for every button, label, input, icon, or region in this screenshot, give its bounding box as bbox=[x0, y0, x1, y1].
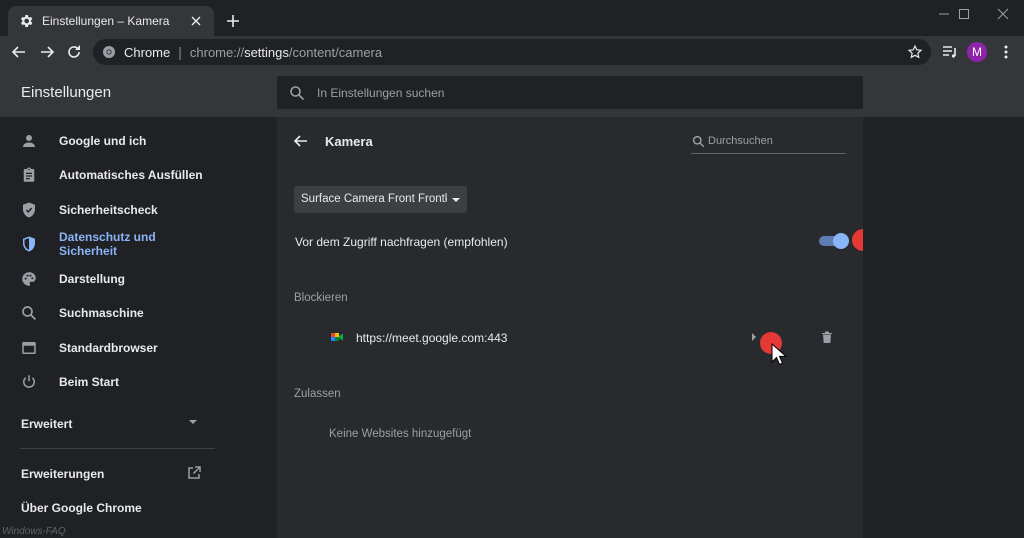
sidebar-item-label: Datenschutz und Sicherheit bbox=[59, 230, 156, 258]
profile-avatar[interactable]: M bbox=[967, 42, 987, 62]
search-icon bbox=[20, 304, 38, 322]
page-title: Einstellungen bbox=[21, 84, 112, 101]
url-separator: | bbox=[178, 44, 182, 60]
search-placeholder: Durchsuchen bbox=[708, 135, 773, 147]
close-tab-icon[interactable] bbox=[188, 13, 204, 29]
sidebar-item-google[interactable]: Google und ich bbox=[0, 124, 215, 158]
new-tab-icon[interactable] bbox=[224, 12, 242, 30]
search-placeholder: In Einstellungen suchen bbox=[317, 85, 445, 100]
forward-arrow-icon[interactable] bbox=[38, 43, 56, 61]
shield-check-icon bbox=[20, 201, 38, 219]
sidebar-divider bbox=[20, 448, 215, 449]
sidebar-item-default-browser[interactable]: Standardbrowser bbox=[0, 331, 215, 365]
person-icon bbox=[20, 132, 38, 150]
shield-icon bbox=[20, 235, 38, 253]
menu-kebab-icon[interactable] bbox=[997, 43, 1015, 61]
tab-settings-camera[interactable]: Einstellungen – Kamera bbox=[8, 6, 214, 36]
sidebar-item-label: Suchmaschine bbox=[59, 306, 144, 320]
url-text: chrome://settings/content/camera bbox=[190, 45, 382, 60]
back-arrow-icon[interactable] bbox=[293, 133, 309, 149]
sidebar-item-label: Darstellung bbox=[59, 272, 126, 286]
sidebar-item-label: Google und ich bbox=[59, 134, 147, 148]
google-meet-icon bbox=[330, 330, 344, 344]
sidebar-item-about[interactable]: Über Google Chrome bbox=[21, 501, 142, 515]
sidebar-item-safety-check[interactable]: Sicherheitscheck bbox=[0, 193, 215, 227]
sidebar-advanced-toggle[interactable]: Erweitert bbox=[0, 411, 215, 435]
delete-trash-icon[interactable] bbox=[819, 329, 835, 345]
subpage-title: Kamera bbox=[325, 134, 373, 149]
browser-icon bbox=[20, 339, 38, 357]
power-icon bbox=[20, 373, 38, 391]
reload-icon[interactable] bbox=[65, 43, 83, 61]
search-icon bbox=[289, 85, 305, 101]
tab-strip: Einstellungen – Kamera bbox=[0, 0, 1024, 36]
url-path: /content/camera bbox=[288, 44, 383, 60]
address-bar[interactable]: Chrome | chrome://settings/content/camer… bbox=[93, 39, 931, 65]
palette-icon bbox=[20, 270, 38, 288]
toggle-knob bbox=[833, 233, 849, 249]
selected-camera: Surface Camera Front Frontkamera bbox=[301, 193, 447, 205]
sidebar-item-on-startup[interactable]: Beim Start bbox=[0, 365, 215, 399]
advanced-label: Erweitert bbox=[21, 417, 73, 431]
right-margin bbox=[863, 117, 1024, 538]
blocked-site-url: https://meet.google.com:443 bbox=[356, 331, 508, 345]
mouse-cursor-icon bbox=[771, 343, 787, 367]
allow-heading: Zulassen bbox=[294, 388, 341, 400]
sidebar-item-privacy[interactable]: Datenschutz und Sicherheit bbox=[0, 227, 215, 261]
camera-device-select[interactable]: Surface Camera Front Frontkamera bbox=[294, 186, 467, 213]
watermark: Windows-FAQ bbox=[2, 526, 66, 537]
url-host: settings bbox=[244, 44, 289, 60]
ask-before-access-label: Vor dem Zugriff nachfragen (empfohlen) bbox=[295, 235, 508, 249]
settings-sidebar: Google und ich Automatisches Ausfüllen S… bbox=[0, 117, 230, 538]
ask-before-access-toggle[interactable] bbox=[819, 233, 849, 249]
clipboard-icon bbox=[20, 166, 38, 184]
block-heading: Blockieren bbox=[294, 292, 348, 304]
back-arrow-icon[interactable] bbox=[10, 43, 28, 61]
extensions-label: Erweiterungen bbox=[21, 467, 105, 481]
media-queue-icon[interactable] bbox=[941, 43, 959, 61]
allow-empty-message: Keine Websites hinzugefügt bbox=[329, 428, 472, 440]
sidebar-item-label: Beim Start bbox=[59, 375, 120, 389]
open-external-icon bbox=[186, 465, 202, 481]
close-window-icon[interactable] bbox=[983, 4, 1023, 24]
browser-toolbar: Chrome | chrome://settings/content/camer… bbox=[0, 36, 1024, 68]
sidebar-item-label: Sicherheitscheck bbox=[59, 203, 158, 217]
sidebar-item-autofill[interactable]: Automatisches Ausfüllen bbox=[0, 158, 215, 192]
bookmark-star-icon[interactable] bbox=[907, 44, 923, 60]
sidebar-item-label: Standardbrowser bbox=[59, 341, 158, 355]
caret-down-icon bbox=[188, 419, 198, 425]
settings-search-input[interactable]: In Einstellungen suchen bbox=[277, 76, 863, 109]
site-name: Chrome bbox=[124, 44, 171, 60]
url-scheme: chrome:// bbox=[189, 44, 245, 60]
gear-icon bbox=[18, 13, 34, 29]
maximize-icon[interactable] bbox=[944, 4, 984, 24]
camera-settings-card: Kamera Durchsuchen Surface Camera Front … bbox=[277, 117, 879, 538]
sidebar-item-extensions[interactable]: Erweiterungen bbox=[0, 460, 215, 486]
chrome-logo-icon bbox=[102, 45, 116, 59]
caret-down-icon bbox=[451, 197, 461, 203]
expand-arrow-icon[interactable] bbox=[751, 333, 757, 341]
camera-search-input[interactable]: Durchsuchen bbox=[691, 131, 846, 154]
sidebar-item-appearance[interactable]: Darstellung bbox=[0, 262, 215, 296]
settings-header: Einstellungen In Einstellungen suchen bbox=[0, 68, 1024, 117]
tab-title: Einstellungen – Kamera bbox=[42, 14, 170, 28]
sidebar-item-search-engine[interactable]: Suchmaschine bbox=[0, 296, 215, 330]
search-icon bbox=[692, 135, 705, 148]
sidebar-item-label: Automatisches Ausfüllen bbox=[59, 168, 203, 182]
